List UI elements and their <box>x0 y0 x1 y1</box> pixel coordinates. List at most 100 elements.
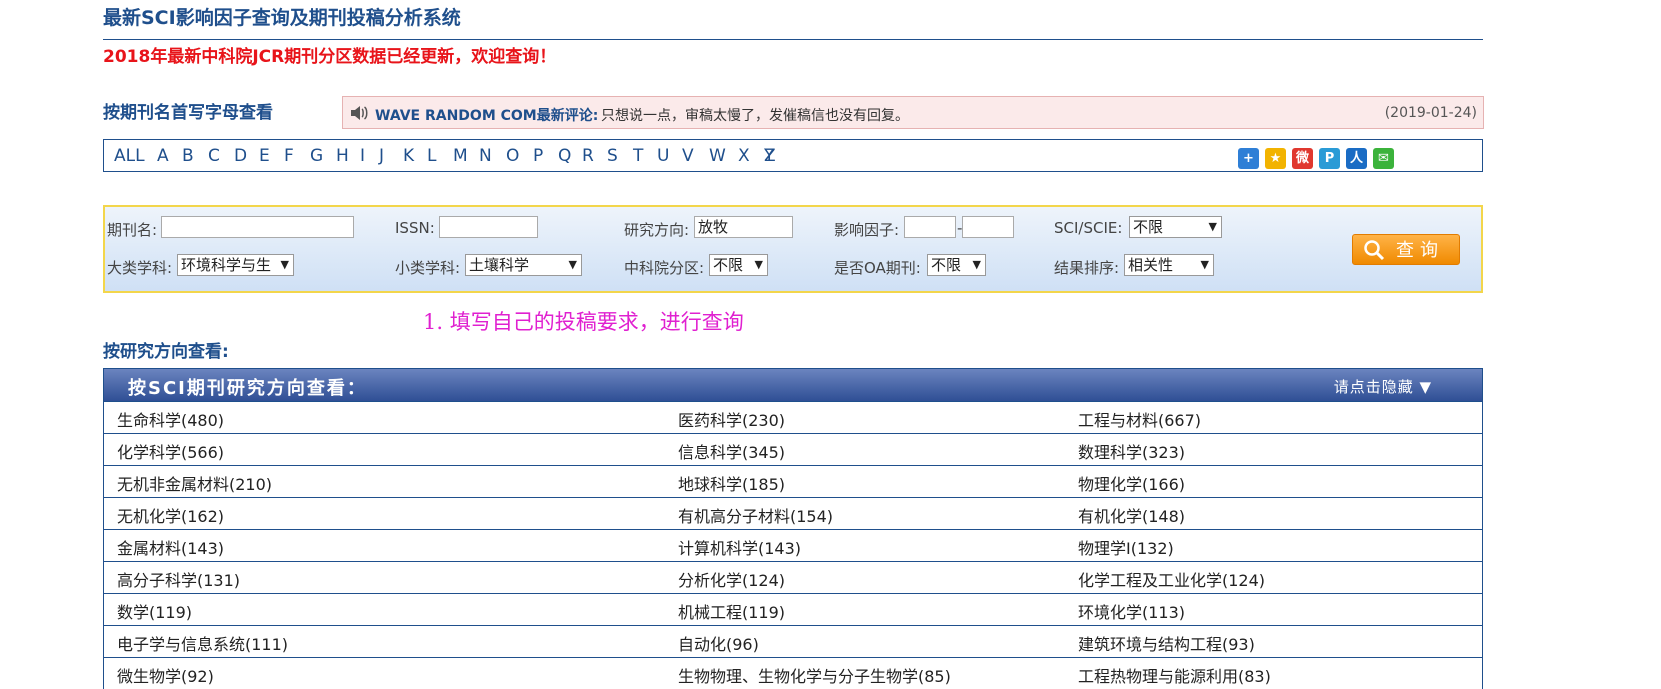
category-link[interactable]: 有机高分子材料(154) <box>678 503 833 527</box>
category-link[interactable]: 生命科学(480) <box>117 407 224 431</box>
category-rows: 生命科学(480) 医药科学(230) 工程与材料(667) 化学科学(566) 信息科… <box>104 401 1482 689</box>
letter-index-bar: ALL A B C D E F G H I J K L M N O P Q R S T U V W X Y Z + ★ 微 P 人 ✉ <box>103 139 1483 172</box>
direction-input[interactable]: 放牧 <box>694 216 793 238</box>
sci-select-value: 不限 <box>1133 218 1164 236</box>
chevron-down-icon: ▼ <box>1200 258 1209 271</box>
chevron-down-icon: ▼ <box>754 258 763 271</box>
letter-link-e[interactable]: E <box>259 146 270 166</box>
letter-link-o[interactable]: O <box>506 146 519 166</box>
letter-link-b[interactable]: B <box>182 146 194 166</box>
category-header-title: 按SCI期刊研究方向查看： <box>128 378 367 399</box>
minor-subject-value: 土壤科学 <box>469 256 530 274</box>
direction-label: 研究方向: <box>624 221 690 239</box>
hide-toggle[interactable]: 请点击隐藏 ▼ <box>1334 376 1432 397</box>
category-link[interactable]: 物理学I(132) <box>1078 535 1174 559</box>
category-link[interactable]: 分析化学(124) <box>678 567 785 591</box>
category-row: 金属材料(143) 计算机科学(143) 物理学I(132) <box>104 529 1482 561</box>
category-link[interactable]: 计算机科学(143) <box>678 535 801 559</box>
category-link[interactable]: 工程与材料(667) <box>1078 407 1201 431</box>
latest-comment-bar[interactable]: WAVE RANDOM COM最新评论: 只想说一点，审稿太慢了，发催稿信也没有… <box>342 96 1484 129</box>
category-link[interactable]: 高分子科学(131) <box>117 567 240 591</box>
impact-factor-label: 影响因子: <box>834 221 900 239</box>
az-section-title: 按期刊名首写字母查看 <box>103 103 273 123</box>
renren-icon[interactable]: 人 <box>1346 148 1367 169</box>
letter-link-all[interactable]: ALL <box>114 146 145 166</box>
category-link[interactable]: 数学(119) <box>117 599 192 623</box>
oa-select[interactable]: 不限 ▼ <box>927 254 986 276</box>
category-table-header: 按SCI期刊研究方向查看： 请点击隐藏 ▼ <box>104 369 1482 401</box>
journal-name-input[interactable] <box>161 216 354 238</box>
letter-link-f[interactable]: F <box>284 146 294 166</box>
sci-select[interactable]: 不限 ▼ <box>1129 216 1222 238</box>
search-icon <box>1364 240 1385 261</box>
letter-link-l[interactable]: L <box>427 146 436 166</box>
qzone-icon[interactable]: ★ <box>1265 148 1286 169</box>
category-link[interactable]: 物理化学(166) <box>1078 471 1185 495</box>
category-link[interactable]: 机械工程(119) <box>678 599 785 623</box>
category-link[interactable]: 有机化学(148) <box>1078 503 1185 527</box>
sort-label: 结果排序: <box>1054 259 1120 277</box>
category-link[interactable]: 自动化(96) <box>678 631 759 655</box>
category-link[interactable]: 环境化学(113) <box>1078 599 1185 623</box>
letter-link-r[interactable]: R <box>582 146 594 166</box>
issn-input[interactable] <box>439 216 538 238</box>
search-button[interactable]: 查询 <box>1352 234 1460 265</box>
category-link[interactable]: 无机化学(162) <box>117 503 224 527</box>
letter-link-x[interactable]: X <box>738 146 750 166</box>
sort-select[interactable]: 相关性 ▼ <box>1124 254 1214 276</box>
comment-text[interactable]: 只想说一点，审稿太慢了，发催稿信也没有回复。 <box>601 105 909 125</box>
letter-link-w[interactable]: W <box>709 146 726 166</box>
minor-subject-select[interactable]: 土壤科学 ▼ <box>465 254 582 276</box>
letter-link-h[interactable]: H <box>336 146 349 166</box>
letter-link-m[interactable]: M <box>453 146 468 166</box>
category-link[interactable]: 信息科学(345) <box>678 439 785 463</box>
category-link[interactable]: 生物物理、生物化学与分子生物学(85) <box>678 663 951 687</box>
category-link[interactable]: 医药科学(230) <box>678 407 785 431</box>
oa-select-value: 不限 <box>931 256 962 274</box>
oa-label: 是否OA期刊: <box>834 259 921 277</box>
letter-link-i[interactable]: I <box>360 146 365 166</box>
letter-link-j[interactable]: J <box>379 146 384 166</box>
wechat-icon[interactable]: ✉ <box>1373 148 1394 169</box>
letter-link-t[interactable]: T <box>633 146 643 166</box>
category-link[interactable]: 无机非金属材料(210) <box>117 471 272 495</box>
category-row: 无机非金属材料(210) 地球科学(185) 物理化学(166) <box>104 465 1482 497</box>
weibo-icon[interactable]: 微 <box>1292 148 1313 169</box>
letter-link-s[interactable]: S <box>607 146 618 166</box>
category-row: 化学科学(566) 信息科学(345) 数理科学(323) <box>104 433 1482 465</box>
letter-link-v[interactable]: V <box>682 146 694 166</box>
chevron-down-icon: ▼ <box>280 258 289 271</box>
letter-link-c[interactable]: C <box>208 146 220 166</box>
comment-user[interactable]: WAVE RANDOM COM最新评论: <box>375 105 598 125</box>
category-link[interactable]: 工程热物理与能源利用(83) <box>1078 663 1271 687</box>
sci-label: SCI/SCIE: <box>1054 219 1123 237</box>
category-link[interactable]: 地球科学(185) <box>678 471 785 495</box>
letter-link-u[interactable]: U <box>657 146 669 166</box>
cas-zone-select[interactable]: 不限 ▼ <box>709 254 768 276</box>
category-link[interactable]: 化学工程及工业化学(124) <box>1078 567 1265 591</box>
category-link[interactable]: 数理科学(323) <box>1078 439 1185 463</box>
letter-link-k[interactable]: K <box>403 146 414 166</box>
letter-link-z[interactable]: Z <box>764 146 776 166</box>
journal-name-label: 期刊名: <box>107 221 158 239</box>
letter-link-p[interactable]: P <box>533 146 543 166</box>
letter-link-a[interactable]: A <box>157 146 169 166</box>
letter-link-d[interactable]: D <box>234 146 247 166</box>
letter-link-n[interactable]: N <box>479 146 492 166</box>
category-link[interactable]: 电子学与信息系统(111) <box>117 631 288 655</box>
category-row: 微生物学(92) 生物物理、生物化学与分子生物学(85) 工程热物理与能源利用(83… <box>104 657 1482 689</box>
update-notice: 2018年最新中科院JCR期刊分区数据已经更新，欢迎查询！ <box>103 47 557 67</box>
impact-max-input[interactable] <box>962 216 1014 238</box>
letter-link-g[interactable]: G <box>310 146 323 166</box>
letter-link-q[interactable]: Q <box>558 146 571 166</box>
category-link[interactable]: 微生物学(92) <box>117 663 214 687</box>
category-link[interactable]: 建筑环境与结构工程(93) <box>1078 631 1255 655</box>
share-more-icon[interactable]: + <box>1238 148 1259 169</box>
category-link[interactable]: 化学科学(566) <box>117 439 224 463</box>
major-subject-select[interactable]: 环境科学与生 ▼ <box>177 254 294 276</box>
annotation-hint: 1. 填写自己的投稿要求，进行查询 <box>423 310 744 334</box>
impact-min-input[interactable] <box>904 216 956 238</box>
tencent-weibo-icon[interactable]: P <box>1319 148 1340 169</box>
comment-date: (2019-01-24) <box>1384 105 1477 121</box>
category-link[interactable]: 金属材料(143) <box>117 535 224 559</box>
